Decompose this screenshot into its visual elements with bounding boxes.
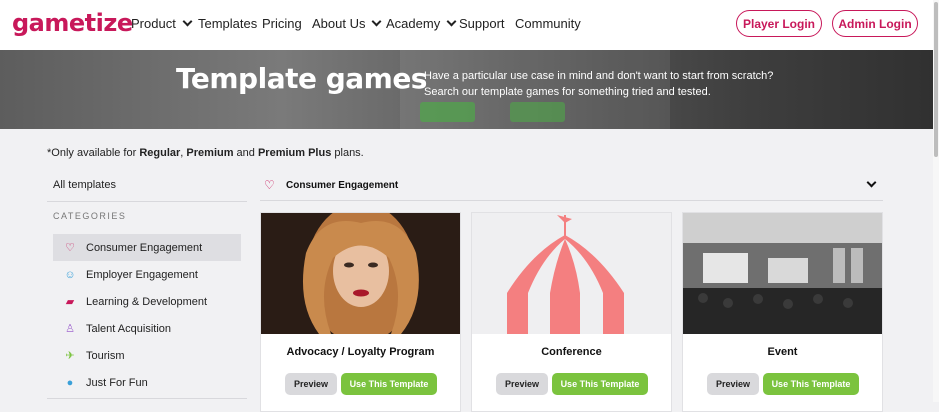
chevron-down-icon xyxy=(446,16,457,27)
template-title: Advocacy / Loyalty Program xyxy=(286,346,435,358)
book-icon: ▰ xyxy=(65,296,75,308)
note-separator: and xyxy=(233,147,258,159)
hero-background-decoration xyxy=(510,102,565,122)
category-consumer-engagement[interactable]: ♡ Consumer Engagement xyxy=(53,234,241,261)
categories-heading: CATEGORIES xyxy=(53,211,127,221)
smiley-icon: ☺ xyxy=(64,268,76,281)
user-icon: ♙ xyxy=(65,323,75,335)
nav-templates-label: Templates xyxy=(198,16,258,31)
template-thumbnail[interactable] xyxy=(683,213,882,334)
preview-button[interactable]: Preview xyxy=(707,373,759,395)
nav-support-label: Support xyxy=(459,16,505,31)
category-talent-acquisition[interactable]: ♙ Talent Acquisition xyxy=(53,315,241,342)
category-filter-dropdown[interactable]: ♡ Consumer Engagement xyxy=(260,176,883,201)
nav-academy[interactable]: Academy xyxy=(386,16,457,31)
category-just-for-fun[interactable]: ● Just For Fun xyxy=(53,369,241,396)
chevron-down-icon xyxy=(372,16,382,27)
nav-pricing-label: Pricing xyxy=(262,16,302,31)
divider xyxy=(47,398,247,399)
selected-category-label: Consumer Engagement xyxy=(286,180,399,191)
category-label: Just For Fun xyxy=(86,376,148,389)
hero-subtitle: Have a particular use case in mind and d… xyxy=(424,68,784,100)
nav-about-us[interactable]: About Us xyxy=(312,16,382,31)
hero-background-decoration xyxy=(420,102,475,122)
template-card-conference[interactable]: Conference Preview Use This Template xyxy=(471,212,672,412)
template-card-advocacy[interactable]: Advocacy / Loyalty Program Preview Use T… xyxy=(260,212,461,412)
category-employer-engagement[interactable]: ☺ Employer Engagement xyxy=(53,261,241,288)
category-label: Learning & Development xyxy=(86,295,208,308)
hero-banner: Template games Have a particular use cas… xyxy=(0,50,939,129)
category-learning-development[interactable]: ▰ Learning & Development xyxy=(53,288,241,315)
hero-subtitle-line: Search our template games for something … xyxy=(424,86,711,98)
scrollbar-thumb[interactable] xyxy=(934,2,938,157)
use-template-button[interactable]: Use This Template xyxy=(341,373,437,395)
category-tourism[interactable]: ✈ Tourism xyxy=(53,342,241,369)
nav-community-label: Community xyxy=(515,16,581,31)
heart-icon: ♡ xyxy=(65,242,75,254)
nav-templates[interactable]: Templates xyxy=(198,16,257,31)
note-suffix: plans. xyxy=(331,147,364,159)
category-label: Tourism xyxy=(86,349,125,362)
hero-subtitle-line: Have a particular use case in mind and d… xyxy=(424,70,774,82)
template-title: Event xyxy=(767,346,798,358)
chevron-down-icon[interactable] xyxy=(866,177,877,188)
heart-icon: ♡ xyxy=(264,178,275,192)
template-thumbnail[interactable] xyxy=(472,213,671,334)
soccer-ball-icon: ● xyxy=(66,376,74,389)
category-label: Employer Engagement xyxy=(86,268,198,281)
portrait-photo xyxy=(261,213,460,334)
plan-regular: Regular xyxy=(139,147,181,159)
divider xyxy=(47,201,247,202)
gametize-logo[interactable]: gametize xyxy=(12,9,133,37)
top-navbar: gametize Product Templates Pricing About… xyxy=(0,0,939,50)
template-card-event[interactable]: Event Preview Use This Template xyxy=(682,212,883,412)
template-title: Conference xyxy=(541,346,602,358)
player-login-button[interactable]: Player Login xyxy=(736,10,822,37)
nav-about-us-label: About Us xyxy=(312,16,366,31)
note-prefix: *Only available for xyxy=(47,147,140,159)
event-hall-photo xyxy=(683,213,882,334)
plane-icon: ✈ xyxy=(65,350,75,362)
category-label: Talent Acquisition xyxy=(86,322,171,335)
all-templates-link[interactable]: All templates xyxy=(53,179,116,191)
nav-academy-label: Academy xyxy=(386,16,441,31)
template-thumbnail[interactable] xyxy=(261,213,460,334)
page-title: Template games xyxy=(176,62,427,95)
nav-community[interactable]: Community xyxy=(515,16,581,31)
plan-premium: Premium xyxy=(186,147,234,159)
nav-product-label: Product xyxy=(131,16,176,31)
nav-product[interactable]: Product xyxy=(131,16,193,31)
use-template-button[interactable]: Use This Template xyxy=(552,373,648,395)
admin-login-button[interactable]: Admin Login xyxy=(832,10,918,37)
preview-button[interactable]: Preview xyxy=(285,373,337,395)
tent-illustration xyxy=(472,213,671,334)
nav-pricing[interactable]: Pricing xyxy=(262,16,302,31)
use-template-button[interactable]: Use This Template xyxy=(763,373,859,395)
preview-button[interactable]: Preview xyxy=(496,373,548,395)
nav-support[interactable]: Support xyxy=(459,16,505,31)
category-label: Consumer Engagement xyxy=(86,241,203,254)
chevron-down-icon xyxy=(182,16,193,27)
plan-premium-plus: Premium Plus xyxy=(257,147,332,159)
plan-availability-note: *Only available for Regular, Premium and… xyxy=(47,147,364,159)
